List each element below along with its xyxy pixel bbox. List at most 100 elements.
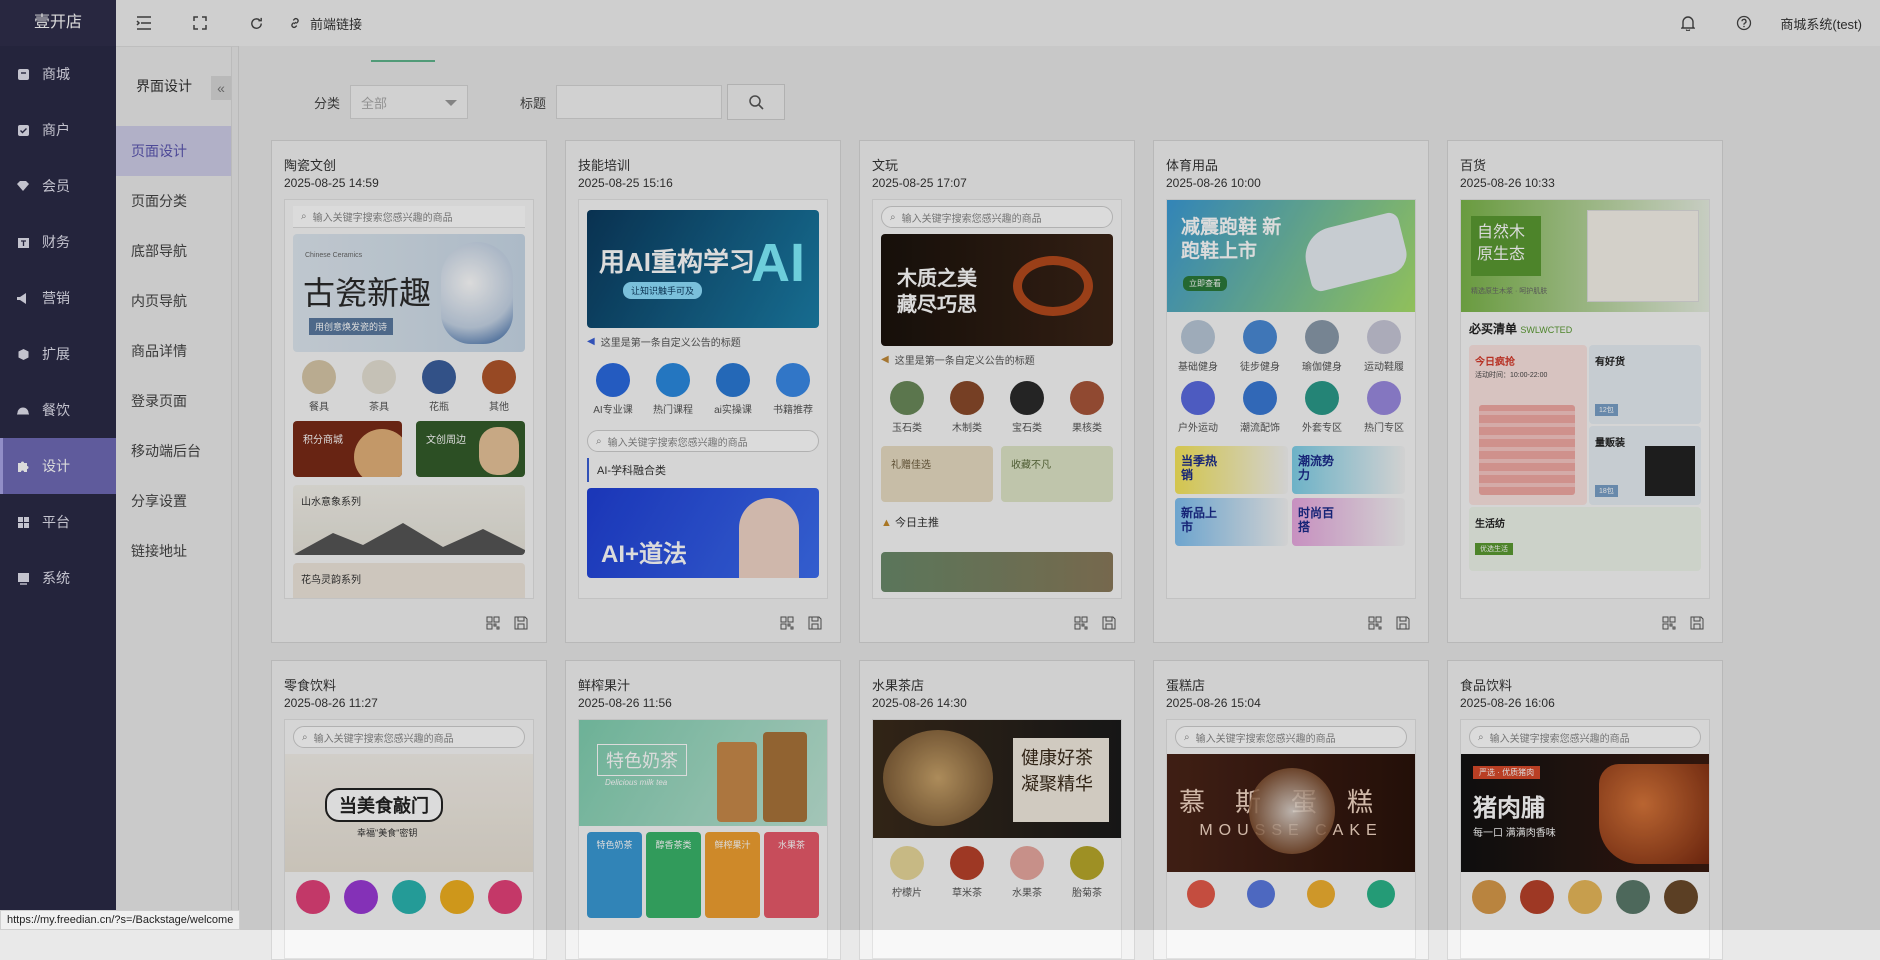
- nav-item-3[interactable]: 财务: [0, 214, 116, 270]
- save-icon[interactable]: [514, 616, 528, 630]
- category-icon[interactable]: [1247, 880, 1275, 908]
- qrcode-icon[interactable]: [1368, 616, 1382, 630]
- user-menu[interactable]: 商城系统(test): [1772, 14, 1880, 33]
- category-icon[interactable]: [488, 880, 522, 914]
- page-card[interactable]: 零食饮料 2025-08-26 11:27 ⌕ 输入关键字搜索您感兴趣的商品 当美…: [271, 660, 547, 960]
- category-icon-item[interactable]: 书籍推荐: [767, 363, 819, 416]
- category-icon[interactable]: [1472, 880, 1506, 914]
- save-icon[interactable]: [808, 616, 822, 630]
- series-strip[interactable]: 花鸟灵韵系列: [293, 563, 525, 598]
- title-input[interactable]: [556, 85, 723, 119]
- subnav-item[interactable]: 分享设置: [116, 476, 231, 526]
- category-icon-item[interactable]: 徒步健身: [1229, 316, 1291, 377]
- category-icon[interactable]: [1187, 880, 1215, 908]
- qrcode-icon[interactable]: [1074, 616, 1088, 630]
- promo-tile[interactable]: 水果茶: [764, 832, 819, 918]
- page-card[interactable]: 文玩 2025-08-25 17:07 ⌕ 输入关键字搜索您感兴趣的商品 木质之美…: [859, 140, 1135, 643]
- save-icon[interactable]: [1690, 616, 1704, 630]
- category-icon-item[interactable]: 花瓶: [413, 360, 465, 413]
- category-icon-item[interactable]: 热门课程: [647, 363, 699, 416]
- nav-item-2[interactable]: 会员: [0, 158, 116, 214]
- category-icon-item[interactable]: 茶具: [353, 360, 405, 413]
- frontend-link[interactable]: 前端链接: [288, 14, 362, 33]
- subnav-item[interactable]: 页面设计: [116, 126, 231, 176]
- category-icon-item[interactable]: 果核类: [1061, 381, 1113, 434]
- page-card[interactable]: 百货 2025-08-26 10:33 自然木原生态 精选原生木浆 · 呵护肌肤…: [1447, 140, 1723, 643]
- category-icon[interactable]: [1664, 880, 1698, 914]
- promo-tile[interactable]: 有好货 12包: [1589, 345, 1701, 424]
- page-card[interactable]: 技能培训 2025-08-25 15:16 用AI重构学习 让知识触手可及 AI…: [565, 140, 841, 643]
- category-icon-item[interactable]: ai实操课: [707, 363, 759, 416]
- category-icon[interactable]: [1367, 880, 1395, 908]
- category-icon-item[interactable]: 潮流配饰: [1229, 377, 1291, 438]
- nav-item-8[interactable]: 平台: [0, 494, 116, 550]
- category-icon-item[interactable]: 胎菊茶: [1061, 846, 1113, 899]
- subnav-item[interactable]: 登录页面: [116, 376, 231, 426]
- category-icon-item[interactable]: 其他: [473, 360, 525, 413]
- category-icon-item[interactable]: 瑜伽健身: [1291, 316, 1353, 377]
- promo-tile[interactable]: 积分商城: [293, 421, 402, 477]
- category-icon[interactable]: [440, 880, 474, 914]
- help-button[interactable]: [1716, 0, 1772, 46]
- promo-tile[interactable]: 今日疯抢 活动时间：10:00-22:00: [1469, 345, 1587, 505]
- subnav-item[interactable]: 商品详情: [116, 326, 231, 376]
- category-icon-item[interactable]: 木制类: [941, 381, 993, 434]
- save-icon[interactable]: [1102, 616, 1116, 630]
- category-icon-item[interactable]: 基础健身: [1167, 316, 1229, 377]
- promo-tile[interactable]: 量贩装 18包: [1589, 426, 1701, 505]
- qrcode-icon[interactable]: [780, 616, 794, 630]
- category-icon-item[interactable]: 热门专区: [1353, 377, 1415, 438]
- category-icon-item[interactable]: 草米茶: [941, 846, 993, 899]
- category-icon[interactable]: [344, 880, 378, 914]
- subnav-item[interactable]: 内页导航: [116, 276, 231, 326]
- nav-item-6[interactable]: 餐饮: [0, 382, 116, 438]
- promo-tile[interactable]: 生活纺 优选生活: [1469, 507, 1701, 571]
- category-icon-item[interactable]: 运动鞋履: [1353, 316, 1415, 377]
- category-icon[interactable]: [392, 880, 426, 914]
- series-strip[interactable]: 山水意象系列: [293, 485, 525, 555]
- subnav-item[interactable]: 页面分类: [116, 176, 231, 226]
- promo-tile[interactable]: 新品上市: [1175, 498, 1288, 546]
- category-icon-item[interactable]: 餐具: [293, 360, 345, 413]
- category-icon[interactable]: [1307, 880, 1335, 908]
- promo-tile[interactable]: 潮流势力: [1292, 446, 1405, 494]
- category-icon-item[interactable]: 玉石类: [881, 381, 933, 434]
- subnav-item[interactable]: 链接地址: [116, 526, 231, 576]
- nav-item-7[interactable]: 设计: [0, 438, 116, 494]
- category-icon-item[interactable]: 柠檬片: [881, 846, 933, 899]
- promo-tile[interactable]: 当季热销: [1175, 446, 1288, 494]
- category-icon-item[interactable]: 户外运动: [1167, 377, 1229, 438]
- category-icon-item[interactable]: 宝石类: [1001, 381, 1053, 434]
- promo-tile[interactable]: 特色奶茶: [587, 832, 642, 918]
- nav-item-5[interactable]: 扩展: [0, 326, 116, 382]
- category-icon-item[interactable]: 水果茶: [1001, 846, 1053, 899]
- page-card[interactable]: 蛋糕店 2025-08-26 15:04 ⌕ 输入关键字搜索您感兴趣的商品 慕斯蛋…: [1153, 660, 1429, 960]
- page-card[interactable]: 食品饮料 2025-08-26 16:06 ⌕ 输入关键字搜索您感兴趣的商品 严选…: [1447, 660, 1723, 960]
- category-icon-item[interactable]: AI专业课: [587, 363, 639, 416]
- subnav-item[interactable]: 底部导航: [116, 226, 231, 276]
- promo-tile[interactable]: 文创周边: [416, 421, 525, 477]
- page-card[interactable]: 鲜榨果汁 2025-08-26 11:56 特色奶茶 Delicious mil…: [565, 660, 841, 960]
- page-card[interactable]: 陶瓷文创 2025-08-25 14:59 ⌕ 输入关键字搜索您感兴趣的商品 Ch…: [271, 140, 547, 643]
- qrcode-icon[interactable]: [1662, 616, 1676, 630]
- category-icon-item[interactable]: 外套专区: [1291, 377, 1353, 438]
- refresh-button[interactable]: [228, 0, 284, 46]
- promo-tile[interactable]: 礼赠佳选: [881, 446, 993, 502]
- search-button[interactable]: [727, 84, 786, 120]
- save-icon[interactable]: [1396, 616, 1410, 630]
- menu-toggle-button[interactable]: [116, 0, 172, 46]
- nav-item-9[interactable]: 系统: [0, 550, 116, 606]
- fullscreen-button[interactable]: [172, 0, 228, 46]
- qrcode-icon[interactable]: [486, 616, 500, 630]
- category-icon[interactable]: [1616, 880, 1650, 914]
- page-card[interactable]: 水果茶店 2025-08-26 14:30 健康好茶 凝聚精华 柠檬片 草米茶 水果…: [859, 660, 1135, 960]
- category-icon[interactable]: [296, 880, 330, 914]
- collapse-sidebar-button[interactable]: «: [211, 76, 231, 100]
- nav-item-1[interactable]: 商户: [0, 102, 116, 158]
- promo-tile[interactable]: 鲜榨果汁: [705, 832, 760, 918]
- category-icon[interactable]: [1520, 880, 1554, 914]
- nav-item-0[interactable]: 商城: [0, 46, 116, 102]
- promo-tile[interactable]: 醇香茶类: [646, 832, 701, 918]
- subnav-item[interactable]: 移动端后台: [116, 426, 231, 476]
- promo-tile[interactable]: 时尚百搭: [1292, 498, 1405, 546]
